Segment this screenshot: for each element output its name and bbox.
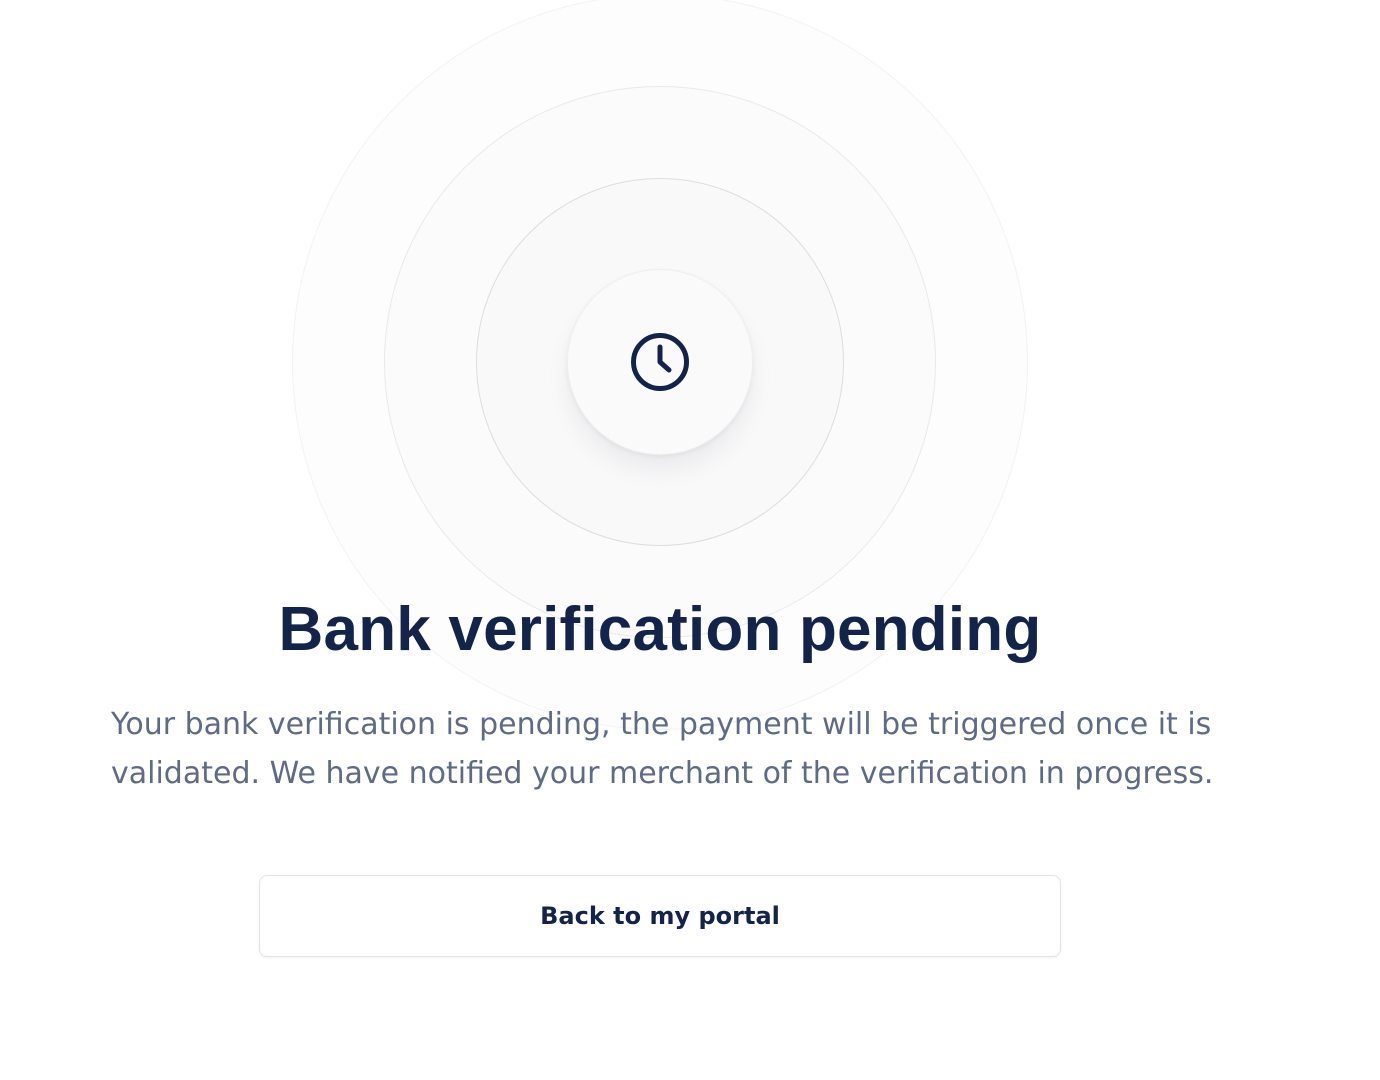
page-title: Bank verification pending — [278, 595, 1042, 664]
back-to-portal-button[interactable]: Back to my portal — [259, 875, 1061, 957]
status-description: Your bank verification is pending, the p… — [111, 707, 1214, 791]
clock-icon — [631, 333, 689, 391]
